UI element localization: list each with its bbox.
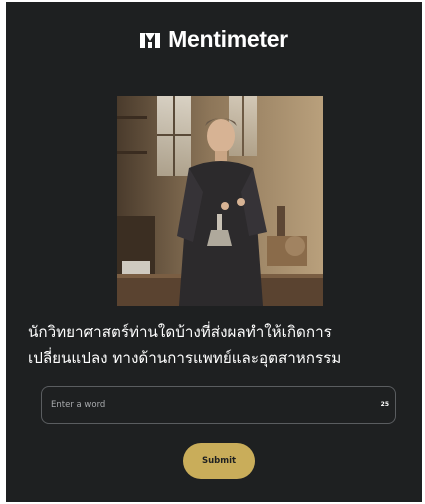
laboratory-scene — [117, 96, 323, 306]
scientist-photo — [117, 96, 323, 306]
question-text: นักวิทยาศาสตร์ท่านใดบ้างที่ส่งผลทำให้เกิ… — [28, 319, 412, 371]
word-input[interactable] — [42, 387, 395, 423]
word-answer-field: 25 — [41, 386, 396, 424]
mentimeter-logo-icon — [140, 32, 161, 48]
brand-name: Mentimeter — [168, 26, 288, 52]
submit-button[interactable]: Submit — [183, 443, 255, 479]
brand-header: Mentimeter — [6, 26, 422, 53]
character-limit-counter: 25 — [380, 401, 389, 408]
question-line-1: นักวิทยาศาสตร์ท่านใดบ้างที่ส่งผลทำให้เกิ… — [28, 323, 332, 341]
mentimeter-voting-page: Mentimeter นักวิทยาศาสตร์ท่านใดบ้างที่ส่… — [6, 2, 422, 502]
question-line-2: เปลี่ยนแปลง ทางด้านการแพทย์และอุตสาหกรรม — [28, 349, 342, 367]
